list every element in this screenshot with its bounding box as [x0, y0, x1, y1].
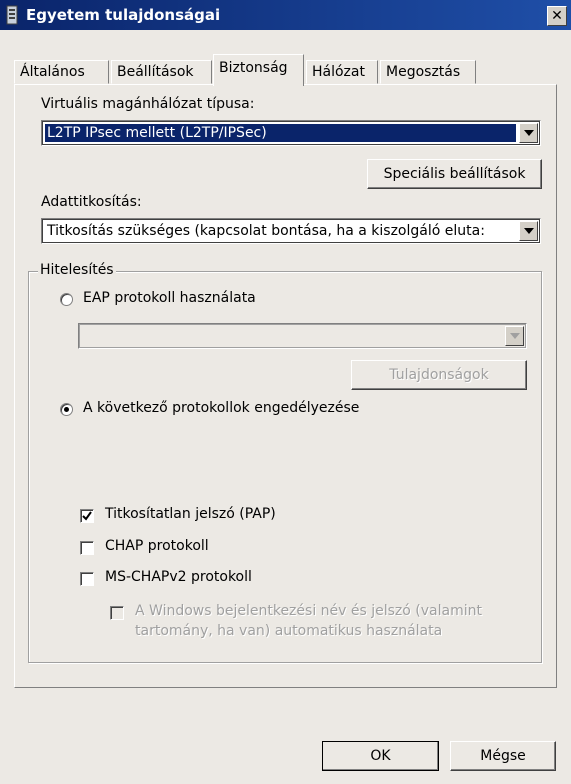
chevron-down-icon[interactable]: [505, 326, 524, 346]
windows-logon-checkbox[interactable]: [110, 606, 124, 620]
ok-button[interactable]: OK: [322, 741, 439, 771]
close-button[interactable]: ✕: [547, 6, 567, 26]
tab-security[interactable]: Biztonság: [213, 54, 304, 86]
cancel-button[interactable]: Mégse: [450, 741, 556, 771]
allow-protocols-radio[interactable]: [60, 403, 73, 416]
tab-settings[interactable]: Beállítások: [111, 60, 212, 84]
title-bar[interactable]: Egyetem tulajdonságai ✕: [0, 0, 571, 30]
pap-checkbox[interactable]: [80, 509, 94, 523]
close-icon: ✕: [551, 7, 563, 23]
windows-logon-label-line2: tartomány, ha van) automatikus használat…: [135, 623, 443, 639]
connection-icon: [6, 5, 18, 25]
chap-checkbox[interactable]: [80, 541, 94, 555]
vpn-type-value: L2TP IPsec mellett (L2TP/IPSec): [45, 124, 516, 142]
mschapv2-label: MS-CHAPv2 protokoll: [105, 569, 252, 585]
window-title: Egyetem tulajdonságai: [26, 6, 221, 24]
windows-logon-label-line1: A Windows bejelentkezési név és jelszó (…: [135, 603, 482, 619]
mschapv2-checkbox[interactable]: [80, 572, 94, 586]
vpn-type-select[interactable]: L2TP IPsec mellett (L2TP/IPSec): [41, 120, 541, 146]
chevron-down-icon[interactable]: [519, 221, 538, 241]
allow-protocols-label: A következő protokollok engedélyezése: [83, 400, 360, 416]
vpn-type-label: Virtuális magánhálózat típusa:: [41, 96, 255, 112]
encryption-value: Titkosítás szükséges (kapcsolat bontása,…: [47, 223, 485, 239]
eap-method-select[interactable]: [78, 323, 527, 349]
tab-general[interactable]: Általános: [14, 60, 109, 84]
chevron-down-icon[interactable]: [519, 123, 538, 143]
encryption-select[interactable]: Titkosítás szükséges (kapcsolat bontása,…: [41, 218, 541, 244]
chap-label: CHAP protokoll: [105, 538, 209, 554]
check-icon: [82, 511, 92, 521]
tab-sharing[interactable]: Megosztás: [380, 60, 476, 84]
eap-radio[interactable]: [60, 293, 73, 306]
properties-dialog: Egyetem tulajdonságai ✕ Általános Beállí…: [0, 0, 571, 784]
encryption-label: Adattitkosítás:: [41, 194, 142, 210]
advanced-settings-button[interactable]: Speciális beállítások: [367, 159, 542, 189]
eap-label: EAP protokoll használata: [83, 290, 256, 306]
authentication-legend: Hitelesítés: [38, 262, 116, 278]
properties-button[interactable]: Tulajdonságok: [351, 360, 527, 390]
pap-label: Titkosítatlan jelszó (PAP): [105, 506, 276, 522]
tab-network[interactable]: Hálózat: [306, 60, 378, 84]
eap-method-value: [82, 327, 502, 345]
